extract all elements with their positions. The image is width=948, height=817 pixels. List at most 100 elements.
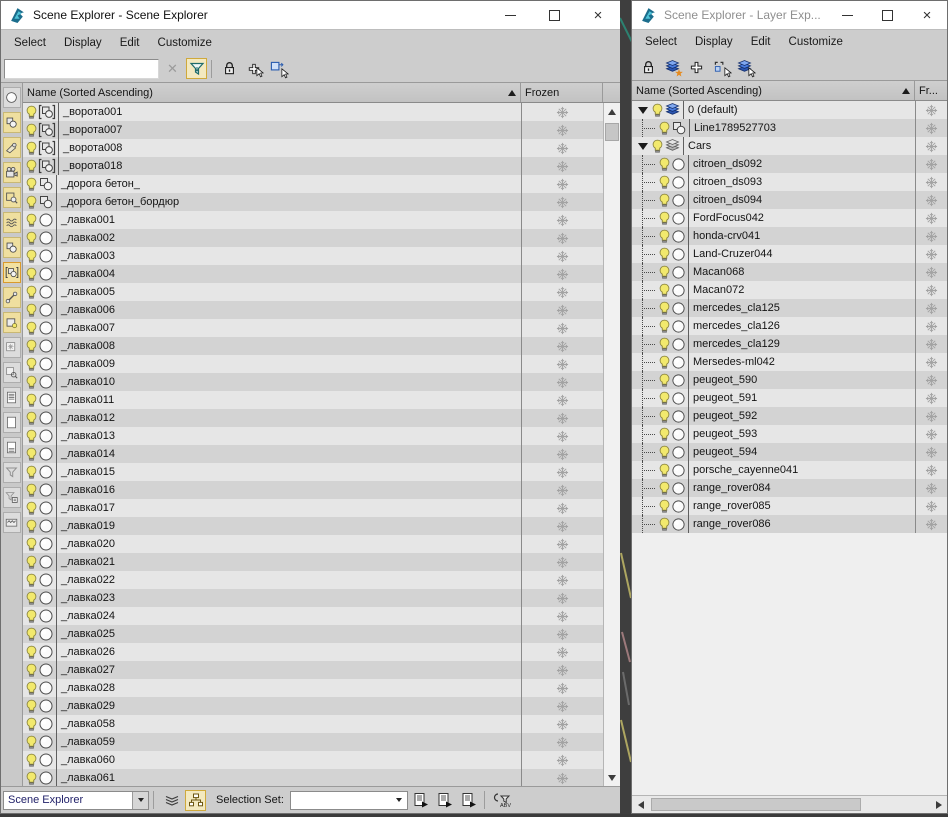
table-row[interactable]: _лавка001 <box>23 211 603 229</box>
frozen-cell[interactable] <box>915 389 947 407</box>
frozen-cell[interactable] <box>915 281 947 299</box>
visibility-bulb-icon[interactable] <box>25 501 38 516</box>
tree-row[interactable]: porsche_cayenne041 <box>632 461 947 479</box>
table-row[interactable]: _лавка029 <box>23 697 603 715</box>
frozen-cell[interactable] <box>521 265 603 283</box>
lock-cell-editing-button[interactable] <box>638 57 659 78</box>
search-input[interactable] <box>4 58 159 79</box>
table-row[interactable]: _лавка021 <box>23 553 603 571</box>
tree-row[interactable]: Cars <box>632 137 947 155</box>
frozen-cell[interactable] <box>521 679 603 697</box>
frozen-cell[interactable] <box>915 371 947 389</box>
tree-row[interactable]: peugeot_592 <box>632 407 947 425</box>
visibility-bulb-icon[interactable] <box>25 141 38 156</box>
visibility-bulb-icon[interactable] <box>658 373 671 388</box>
view-blank-button[interactable] <box>2 412 21 433</box>
visibility-bulb-icon[interactable] <box>25 771 38 786</box>
frozen-cell[interactable] <box>521 247 603 265</box>
frozen-cell[interactable] <box>915 263 947 281</box>
visibility-bulb-icon[interactable] <box>658 481 671 496</box>
table-row[interactable]: _лавка024 <box>23 607 603 625</box>
tree-row[interactable]: citroen_ds094 <box>632 191 947 209</box>
frozen-cell[interactable] <box>915 137 947 155</box>
frozen-cell[interactable] <box>521 697 603 715</box>
create-new-layer-button[interactable] <box>662 57 683 78</box>
view-list-button[interactable] <box>2 387 21 408</box>
frozen-cell[interactable] <box>915 209 947 227</box>
table-row[interactable]: _лавка027 <box>23 661 603 679</box>
frozen-cell[interactable] <box>521 427 603 445</box>
frozen-cell[interactable] <box>521 499 603 517</box>
frozen-cell[interactable] <box>915 407 947 425</box>
vertical-scrollbar[interactable] <box>603 103 620 786</box>
visibility-bulb-icon[interactable] <box>25 267 38 282</box>
display-spacewarps-button[interactable] <box>2 212 21 233</box>
table-row[interactable]: _лавка017 <box>23 499 603 517</box>
tree-row[interactable]: Line1789527703 <box>632 119 947 137</box>
visibility-bulb-icon[interactable] <box>25 483 38 498</box>
frozen-cell[interactable] <box>521 769 603 787</box>
display-helpers-button[interactable] <box>2 187 21 208</box>
visibility-bulb-icon[interactable] <box>651 103 664 118</box>
frozen-cell[interactable] <box>521 139 603 157</box>
save-selection-set-button[interactable] <box>411 790 432 811</box>
frozen-cell[interactable] <box>521 535 603 553</box>
filter-toggle-button[interactable] <box>186 58 207 79</box>
frozen-cell[interactable] <box>915 155 947 173</box>
scrollbar-track[interactable] <box>649 796 930 813</box>
table-row[interactable]: _ворота008 <box>23 139 603 157</box>
visibility-bulb-icon[interactable] <box>658 463 671 478</box>
menu-edit[interactable]: Edit <box>742 33 780 51</box>
table-row[interactable]: _лавка014 <box>23 445 603 463</box>
display-frozen-button[interactable] <box>2 337 21 358</box>
visibility-bulb-icon[interactable] <box>25 357 38 372</box>
table-row[interactable]: _лавка016 <box>23 481 603 499</box>
visibility-bulb-icon[interactable] <box>658 337 671 352</box>
visibility-bulb-icon[interactable] <box>658 427 671 442</box>
frozen-cell[interactable] <box>915 443 947 461</box>
frozen-cell[interactable] <box>521 409 603 427</box>
table-row[interactable]: _лавка058 <box>23 715 603 733</box>
visibility-bulb-icon[interactable] <box>658 391 671 406</box>
frozen-cell[interactable] <box>521 355 603 373</box>
titlebar[interactable]: Scene Explorer - Layer Exp... × <box>632 1 947 30</box>
filter-custom-button[interactable] <box>2 512 21 533</box>
table-row[interactable]: _лавка010 <box>23 373 603 391</box>
frozen-cell[interactable] <box>915 299 947 317</box>
menu-customize[interactable]: Customize <box>780 33 852 51</box>
visibility-bulb-icon[interactable] <box>25 177 38 192</box>
frozen-cell[interactable] <box>521 175 603 193</box>
menu-select[interactable]: Select <box>5 34 55 52</box>
scroll-left-button[interactable] <box>632 796 649 813</box>
display-shapes-button[interactable] <box>2 112 21 133</box>
table-row[interactable]: _ворота018 <box>23 157 603 175</box>
frozen-cell[interactable] <box>521 445 603 463</box>
visibility-bulb-icon[interactable] <box>25 195 38 210</box>
table-row[interactable]: _дорога бетон_бордюр <box>23 193 603 211</box>
find-case-button[interactable] <box>492 790 513 811</box>
frozen-cell[interactable] <box>915 353 947 371</box>
table-row[interactable]: _лавка004 <box>23 265 603 283</box>
visibility-bulb-icon[interactable] <box>25 681 38 696</box>
frozen-cell[interactable] <box>521 553 603 571</box>
visibility-bulb-icon[interactable] <box>658 265 671 280</box>
scrollbar-thumb[interactable] <box>605 123 619 141</box>
menu-select[interactable]: Select <box>636 33 686 51</box>
visibility-bulb-icon[interactable] <box>25 159 38 174</box>
frozen-cell[interactable] <box>521 121 603 139</box>
table-row[interactable]: _дорога бетон_ <box>23 175 603 193</box>
table-row[interactable]: _лавка059 <box>23 733 603 751</box>
frozen-cell[interactable] <box>521 517 603 535</box>
visibility-bulb-icon[interactable] <box>25 411 38 426</box>
frozen-cell[interactable] <box>915 245 947 263</box>
frozen-cell[interactable] <box>915 119 947 137</box>
table-row[interactable]: _лавка012 <box>23 409 603 427</box>
expand-arrow-icon[interactable] <box>638 106 648 114</box>
scrollbar-track[interactable] <box>604 120 620 769</box>
frozen-cell[interactable] <box>521 625 603 643</box>
name-column-header[interactable]: Name (Sorted Ascending) <box>23 83 521 102</box>
tree-row[interactable]: peugeot_591 <box>632 389 947 407</box>
frozen-cell[interactable] <box>521 337 603 355</box>
visibility-bulb-icon[interactable] <box>25 609 38 624</box>
menu-edit[interactable]: Edit <box>111 34 149 52</box>
